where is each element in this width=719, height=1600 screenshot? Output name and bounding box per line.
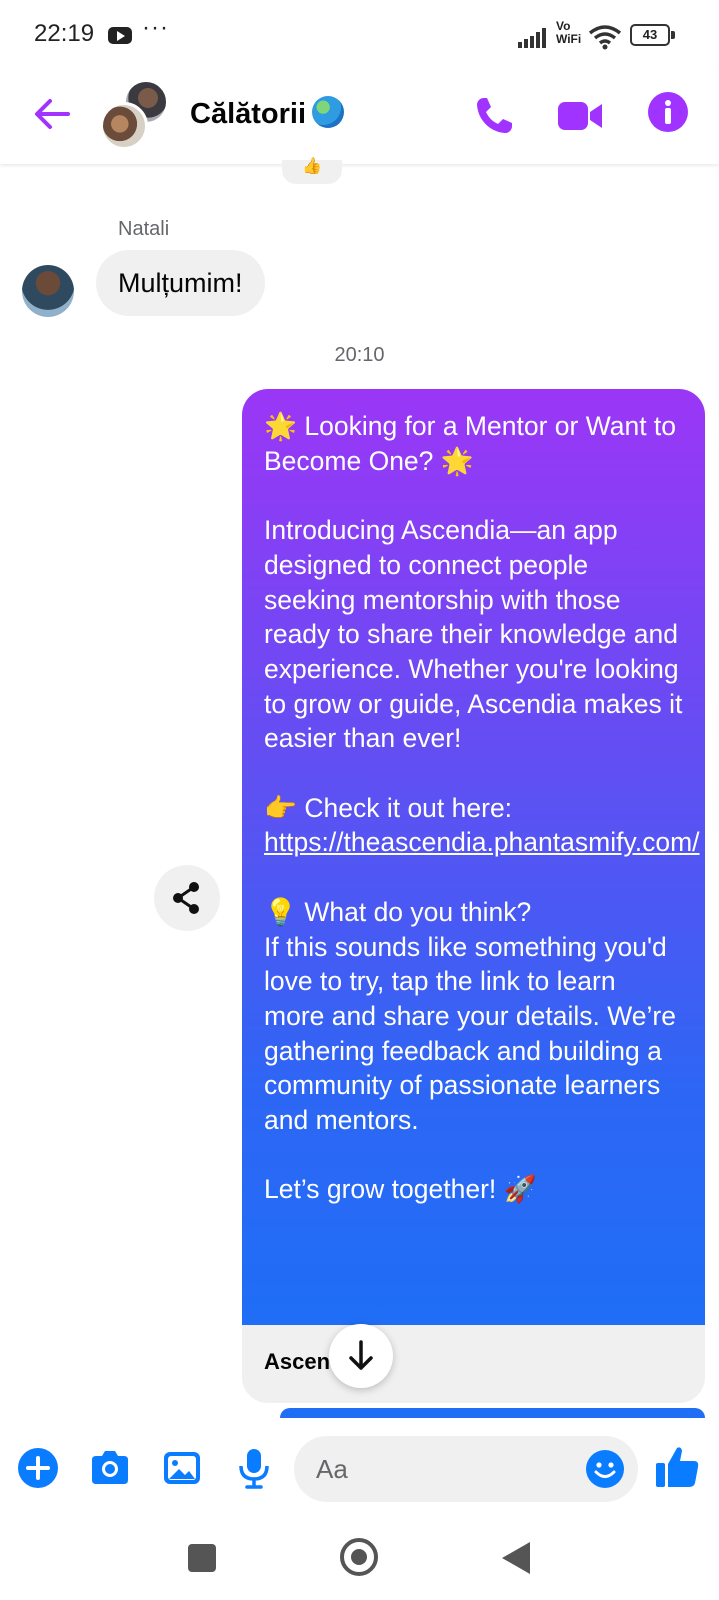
microphone-icon[interactable] [232,1446,276,1490]
reaction-bubble[interactable]: 👍 [282,159,342,184]
sender-name: Natali [118,218,170,240]
link-preview-card[interactable]: Ascendia [242,1325,705,1403]
gallery-icon[interactable] [160,1446,204,1490]
message-timestamp: 20:10 [334,344,385,366]
message-paragraph: 🌟 Looking for a Mentor or Want to Become… [264,411,677,476]
thumbs-up-icon[interactable] [654,1444,700,1490]
message-paragraph: 💡 What do you think? [264,896,532,927]
outgoing-message-bubble[interactable]: 🌟 Looking for a Mentor or Want to Become… [242,389,705,1325]
recents-button[interactable] [188,1544,216,1572]
camera-icon[interactable] [88,1446,132,1490]
signal-icon [518,28,546,48]
video-call-button[interactable] [556,92,604,140]
battery-icon: 43 [630,24,676,48]
message-composer [0,1418,719,1518]
status-time: 22:19 [34,20,95,47]
system-navigation-bar [0,1518,719,1600]
chat-header: Călătorii [0,72,719,164]
plus-icon[interactable] [16,1446,60,1490]
battery-level: 43 [630,24,670,46]
link-preview-title: Ascendia [264,1349,336,1374]
info-button[interactable] [648,92,688,132]
chat-title[interactable]: Călătorii [190,96,345,131]
status-bar: 22:19 ··· Vo WiFi 43 [0,0,719,72]
back-button[interactable] [502,1542,530,1574]
back-arrow-icon[interactable] [30,92,74,136]
message-paragraph: 👉 Check it out here: [264,792,513,823]
member-avatar [100,102,148,150]
message-paragraph: Let’s grow together! 🚀 [264,1174,537,1205]
incoming-message-bubble[interactable]: Mulțumim! [96,250,265,316]
home-button[interactable] [340,1538,378,1576]
message-paragraph: If this sounds like something you'd love… [264,931,676,1136]
smiley-icon [594,1462,616,1478]
arrow-down-icon [349,1340,373,1370]
share-icon [173,882,199,914]
share-button[interactable] [154,865,220,931]
avatar[interactable] [22,265,74,317]
next-message-bubble[interactable] [280,1408,705,1418]
message-link[interactable]: https://theascendia.phantasmify.com/ [264,827,700,857]
voice-call-button[interactable] [470,92,518,140]
group-avatar[interactable] [100,80,172,152]
scroll-to-bottom-button[interactable] [329,1324,393,1388]
message-paragraph: Introducing Ascendia—an app designed to … [264,515,683,754]
globe-icon [312,96,345,128]
more-notifications-icon: ··· [142,14,169,41]
vowifi-indicator: Vo WiFi [556,19,582,46]
wifi-icon [588,25,622,50]
youtube-notification-icon [108,27,132,44]
emoji-button[interactable] [586,1450,624,1488]
